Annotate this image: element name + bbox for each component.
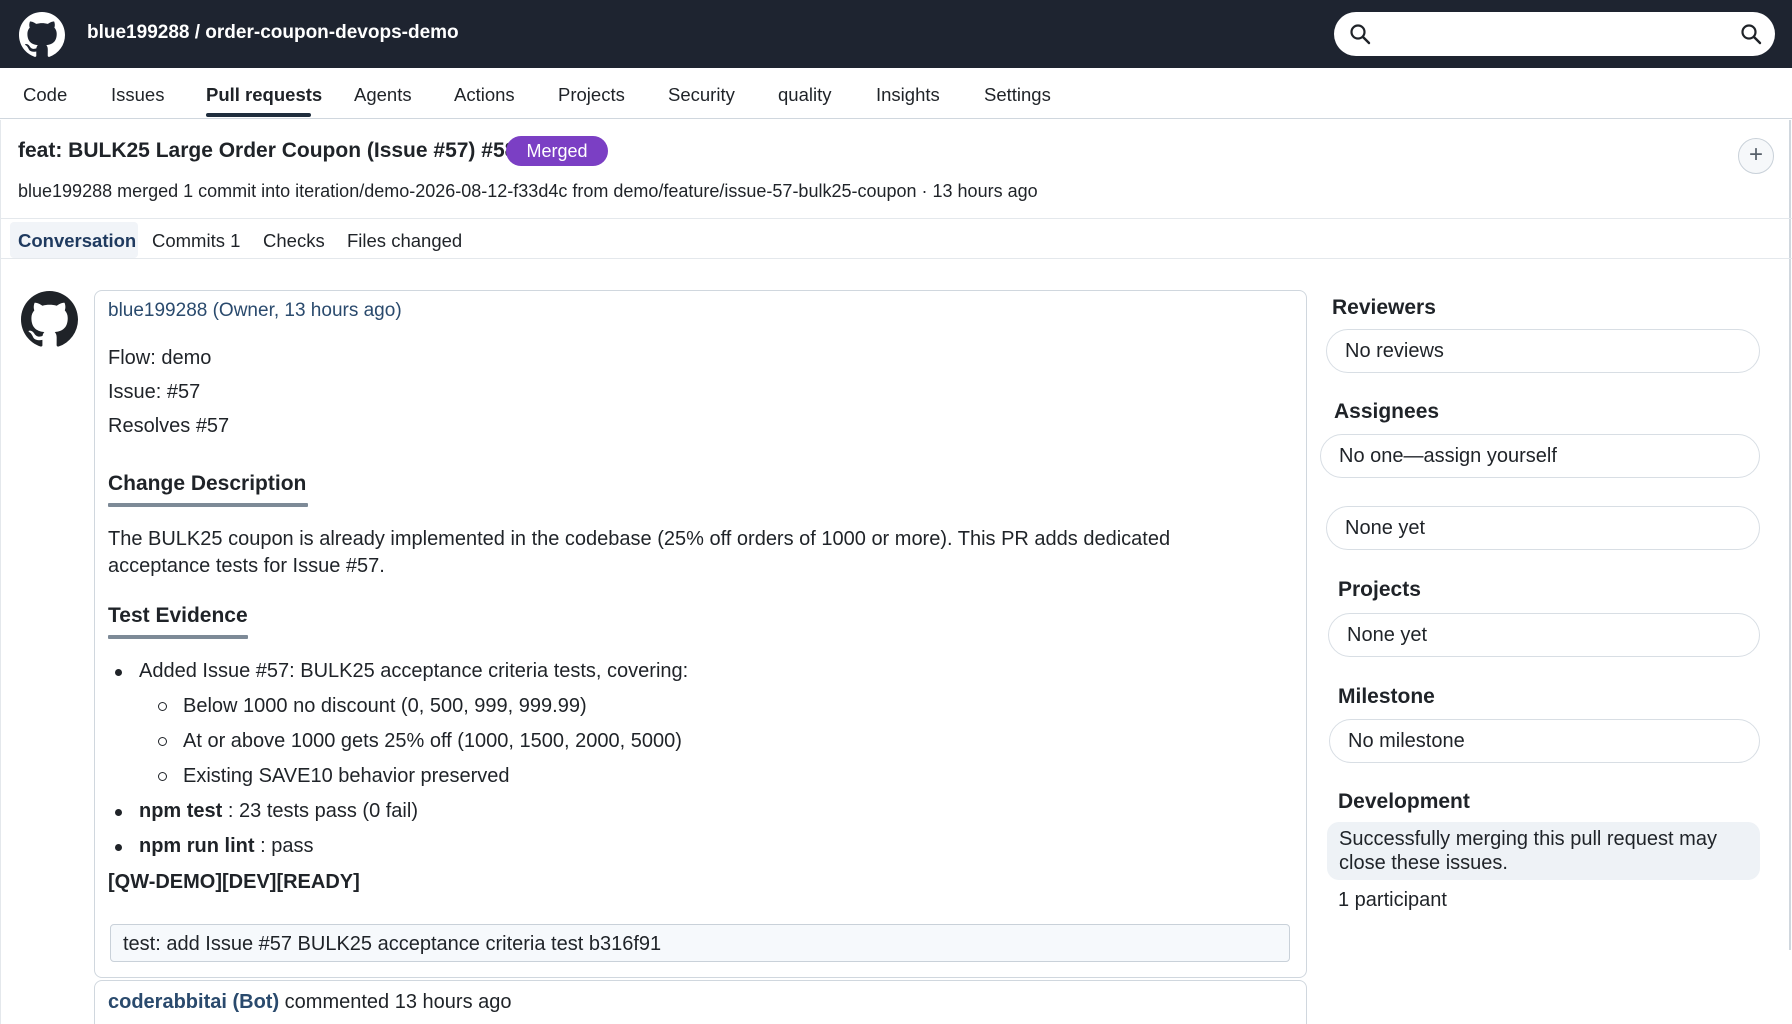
tab-projects[interactable]: Projects <box>558 84 625 106</box>
bullet-dot <box>115 669 122 676</box>
page-border-left <box>0 120 1 1024</box>
tab-insights[interactable]: Insights <box>876 84 940 106</box>
projects-value: None yet <box>1347 624 1428 646</box>
labels-value: None yet <box>1345 517 1426 539</box>
sub-bullet-circle <box>158 772 167 781</box>
reviewers-heading[interactable]: Reviewers <box>1332 296 1436 320</box>
development-text: Successfully merging this pull request m… <box>1339 828 1717 874</box>
tab-files-changed[interactable]: Files changed <box>347 230 462 252</box>
list-item: Below 1000 no discount (0, 500, 999, 999… <box>183 695 587 717</box>
milestone-value: No milestone <box>1348 730 1465 752</box>
reviewers-field[interactable]: No reviews <box>1326 329 1760 373</box>
bot-author[interactable]: coderabbitai (Bot) <box>108 991 279 1013</box>
body-line: Issue: #57 <box>108 381 201 403</box>
tab-quality[interactable]: quality <box>778 84 831 106</box>
bot-comment-meta: commented 13 hours ago <box>279 991 512 1013</box>
list-item: At or above 1000 gets 25% off (1000, 150… <box>183 730 682 752</box>
list-item: Existing SAVE10 behavior preserved <box>183 765 510 787</box>
list-item: Added Issue #57: BULK25 acceptance crite… <box>139 660 689 682</box>
repo-title[interactable]: blue199288 / order-coupon-devops-demo <box>87 22 459 44</box>
heading-underline <box>108 635 248 639</box>
tag-line: [QW-DEMO][DEV][READY] <box>108 871 360 893</box>
test-evidence-heading: Test Evidence <box>108 604 248 627</box>
comment-author[interactable]: blue199288 (Owner, 13 hours ago) <box>108 300 402 322</box>
commit-message: test: add Issue #57 BULK25 acceptance cr… <box>123 933 662 955</box>
labels-field[interactable]: None yet <box>1326 506 1760 550</box>
assignees-field[interactable]: No one—assign yourself <box>1320 434 1760 478</box>
command-result: : 23 tests pass (0 fail) <box>222 800 418 822</box>
development-heading[interactable]: Development <box>1338 790 1470 814</box>
command-name: npm test <box>139 800 223 822</box>
tab-issues[interactable]: Issues <box>111 84 164 106</box>
bullet-dot <box>115 809 122 816</box>
list-item: npm test : 23 tests pass (0 fail) <box>139 800 418 823</box>
status-badge: Merged <box>506 136 608 166</box>
tab-actions[interactable]: Actions <box>454 84 515 106</box>
active-tab-indicator <box>206 113 311 117</box>
command-result: : pass <box>254 835 314 857</box>
milestone-heading[interactable]: Milestone <box>1338 685 1435 709</box>
reviewers-value: No reviews <box>1345 340 1444 362</box>
tab-settings[interactable]: Settings <box>984 84 1051 106</box>
avatar[interactable] <box>21 291 78 348</box>
body-line: Resolves #57 <box>108 415 230 437</box>
assignees-heading[interactable]: Assignees <box>1334 400 1439 424</box>
milestone-field[interactable]: No milestone <box>1329 719 1760 763</box>
development-note: Successfully merging this pull request m… <box>1327 822 1760 880</box>
tab-pull-requests[interactable]: Pull requests <box>206 84 322 106</box>
commit-reference[interactable]: test: add Issue #57 BULK25 acceptance cr… <box>110 924 1290 962</box>
sub-bullet-circle <box>158 702 167 711</box>
command-name: npm run lint <box>139 835 255 857</box>
tab-checks[interactable]: Checks <box>263 230 325 252</box>
tab-agents[interactable]: Agents <box>354 84 412 106</box>
search-input[interactable] <box>1334 12 1775 56</box>
projects-heading[interactable]: Projects <box>1338 578 1421 602</box>
divider <box>0 218 1792 219</box>
projects-field[interactable]: None yet <box>1328 613 1760 657</box>
heading-underline <box>108 503 308 507</box>
github-icon[interactable] <box>19 12 65 58</box>
page-border-right <box>1789 120 1791 950</box>
bullet-dot <box>115 844 122 851</box>
tab-conversation[interactable]: Conversation <box>18 230 136 252</box>
pr-title: feat: BULK25 Large Order Coupon (Issue #… <box>18 139 517 162</box>
participants-count: 1 participant <box>1338 889 1447 911</box>
body-line: Flow: demo <box>108 347 212 369</box>
tab-commits[interactable]: Commits 1 <box>152 230 240 252</box>
search-icon <box>1350 24 1371 45</box>
sub-bullet-circle <box>158 737 167 746</box>
list-item: npm run lint : pass <box>139 835 313 858</box>
change-description-text: The BULK25 coupon is already implemented… <box>108 528 1171 577</box>
tab-security[interactable]: Security <box>668 84 735 106</box>
divider <box>0 258 1792 259</box>
pr-subtitle: blue199288 merged 1 commit into iteratio… <box>18 181 1038 201</box>
repo-nav: Code Issues Pull requests Agents Actions… <box>0 68 1792 119</box>
tab-code[interactable]: Code <box>23 84 67 106</box>
change-description-heading: Change Description <box>108 472 307 495</box>
bot-comment-header: coderabbitai (Bot) commented 13 hours ag… <box>108 991 512 1014</box>
search-submit-icon[interactable] <box>1739 22 1763 46</box>
add-button[interactable]: + <box>1738 138 1774 174</box>
assignees-value: No one—assign yourself <box>1339 445 1557 467</box>
top-header: blue199288 / order-coupon-devops-demo <box>0 0 1792 68</box>
